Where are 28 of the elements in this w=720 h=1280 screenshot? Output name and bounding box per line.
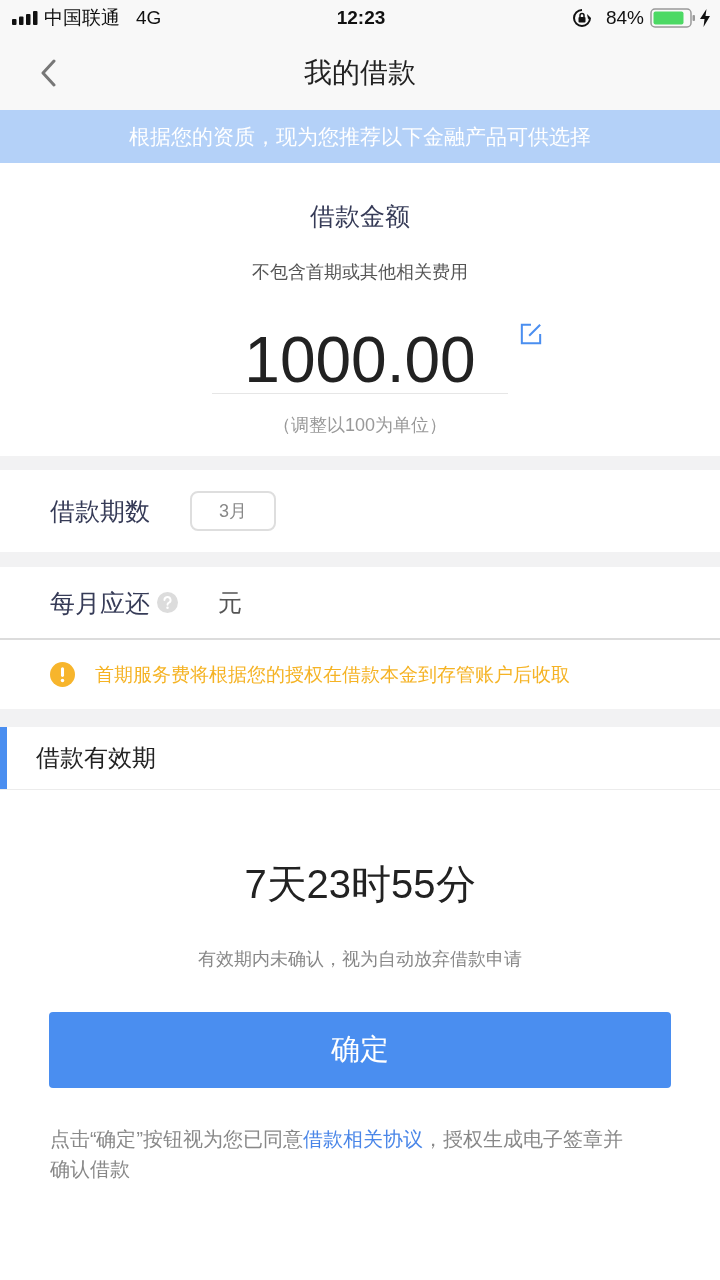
amount-title: 借款金额 xyxy=(310,201,410,232)
banner-text: 根据您的资质，现为您推荐以下金融产品可供选择 xyxy=(129,123,591,150)
signal-icon xyxy=(12,11,38,25)
confirm-button[interactable]: 确定 xyxy=(49,1012,671,1088)
amount-field[interactable]: 1000.00 xyxy=(212,327,508,394)
battery-icon xyxy=(650,8,696,28)
countdown-text: 7天23时55分 xyxy=(244,861,476,908)
clock-time: 12:23 xyxy=(336,6,386,30)
carrier-name: 中国联通 xyxy=(44,6,120,30)
amount-subtitle: 不包含首期或其他相关费用 xyxy=(252,261,468,284)
monthly-label: 每月应还 xyxy=(50,587,150,619)
warning-icon xyxy=(50,662,75,687)
agreement-text: 点击“确定”按钮视为您已同意借款相关协议，授权生成电子签章并确认借款 xyxy=(50,1127,624,1182)
notice-text: 首期服务费将根据您的授权在借款本金到存管账户后收取 xyxy=(95,662,570,687)
amount-hint: （调整以100为单位） xyxy=(272,414,447,437)
term-field[interactable]: 3月 xyxy=(190,491,276,531)
agreement-link[interactable]: 借款相关协议 xyxy=(303,1128,423,1150)
page-title: 我的借款 xyxy=(304,56,416,90)
accent-bar xyxy=(0,727,7,789)
battery-percent: 84% xyxy=(606,6,644,30)
validity-note: 有效期内未确认，视为自动放弃借款申请 xyxy=(198,948,522,971)
rotation-lock-icon xyxy=(572,8,592,28)
validity-title: 借款有效期 xyxy=(36,743,156,773)
back-chevron-icon[interactable] xyxy=(40,59,56,87)
currency-unit: 元 xyxy=(218,587,242,618)
network-type: 4G xyxy=(136,6,162,30)
term-label: 借款期数 xyxy=(50,496,150,527)
edit-icon[interactable] xyxy=(520,323,542,345)
